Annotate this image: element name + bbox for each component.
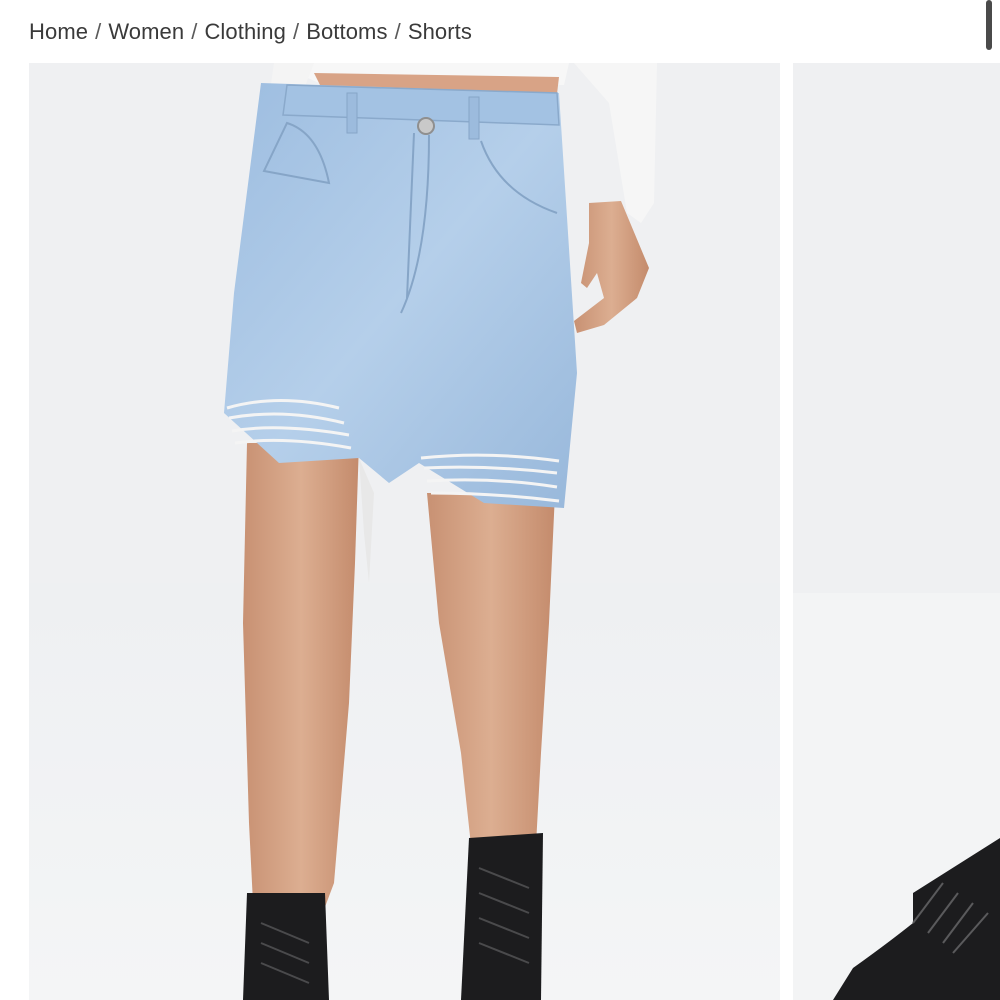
breadcrumb-separator: /: [292, 19, 300, 44]
breadcrumb-separator: /: [95, 19, 102, 44]
breadcrumb-home[interactable]: Home: [29, 19, 88, 45]
product-photo-next[interactable]: [793, 63, 1000, 1000]
scrollbar[interactable]: [986, 0, 992, 50]
product-photo-illustration: [29, 63, 780, 1000]
breadcrumb-women[interactable]: Women: [108, 19, 184, 45]
breadcrumb-clothing[interactable]: Clothing: [204, 19, 286, 45]
product-photo-main[interactable]: [29, 63, 780, 1000]
product-photo-next-illustration: [793, 63, 1000, 1000]
breadcrumb-shorts[interactable]: Shorts: [408, 19, 472, 45]
product-gallery: [0, 63, 1000, 1000]
breadcrumb: Home / Women / Clothing / Bottoms / Shor…: [29, 16, 472, 48]
breadcrumb-separator: /: [191, 19, 198, 44]
breadcrumb-separator: /: [394, 19, 401, 44]
breadcrumb-bottoms[interactable]: Bottoms: [306, 19, 387, 45]
